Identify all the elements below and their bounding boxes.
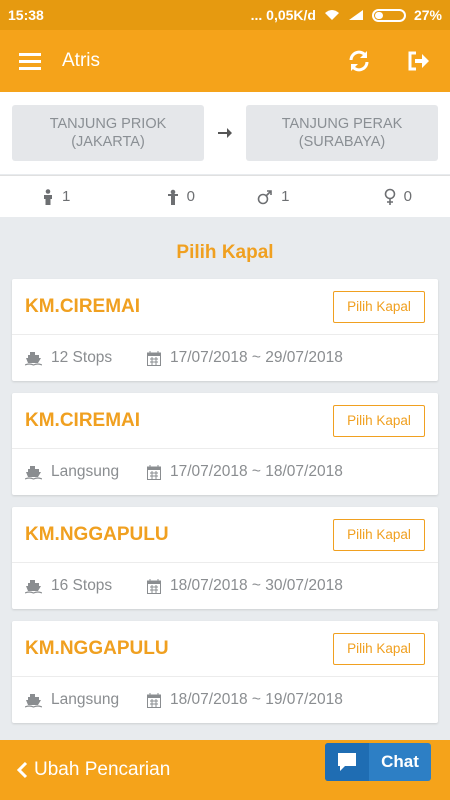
destination-port[interactable]: TANJUNG PERAK (SURABAYA) bbox=[246, 105, 438, 161]
ship-icon bbox=[25, 465, 42, 480]
calendar-icon bbox=[147, 692, 161, 708]
male-count: 1 bbox=[227, 188, 320, 205]
network-speed: ... 0,05K/d bbox=[250, 7, 316, 23]
section-title: Pilih Kapal bbox=[176, 242, 274, 263]
adult-icon bbox=[44, 188, 52, 205]
pick-ship-button[interactable]: Pilih Kapal bbox=[333, 632, 425, 665]
chat-label: Chat bbox=[381, 752, 419, 771]
date-range: 18/07/2018 ~ 19/07/2018 bbox=[170, 691, 343, 708]
child-icon bbox=[167, 189, 178, 205]
female-count: 0 bbox=[320, 188, 450, 206]
date-range: 17/07/2018 ~ 18/07/2018 bbox=[170, 463, 343, 480]
ship-card: KM.CIREMAI Pilih Kapal 12 Stops 17/07/20… bbox=[12, 279, 438, 381]
date-range: 17/07/2018 ~ 29/07/2018 bbox=[170, 349, 343, 366]
destination-city: (SURABAYA) bbox=[298, 134, 386, 150]
calendar-icon bbox=[147, 578, 161, 594]
chevron-left-icon bbox=[16, 761, 28, 779]
battery-percent: 27% bbox=[413, 7, 442, 23]
ship-card: KM.CIREMAI Pilih Kapal Langsung 17/07/20… bbox=[12, 393, 438, 495]
pick-ship-button[interactable]: Pilih Kapal bbox=[333, 290, 425, 323]
stops-label: Langsung bbox=[51, 463, 120, 480]
adult-count: 1 bbox=[0, 188, 135, 205]
stops-label: 16 Stops bbox=[51, 577, 113, 594]
pick-ship-button[interactable]: Pilih Kapal bbox=[333, 404, 425, 437]
app-title: Atris bbox=[62, 50, 100, 71]
stops-label: 12 Stops bbox=[51, 349, 113, 366]
female-icon bbox=[384, 188, 395, 205]
change-search-button[interactable]: Ubah Pencarian bbox=[16, 759, 170, 781]
menu-icon[interactable] bbox=[18, 51, 42, 71]
ship-card: KM.NGGAPULU Pilih Kapal 16 Stops 18/07/2… bbox=[12, 507, 438, 609]
pick-ship-button[interactable]: Pilih Kapal bbox=[333, 518, 425, 551]
chat-button[interactable]: Chat bbox=[325, 743, 431, 781]
ship-icon bbox=[25, 579, 42, 594]
logout-button[interactable] bbox=[406, 48, 432, 74]
ship-name: KM.CIREMAI bbox=[25, 295, 141, 317]
route-panel: TANJUNG PRIOK (JAKARTA) TANJUNG PERAK (S… bbox=[0, 92, 450, 174]
ship-name: KM.CIREMAI bbox=[25, 409, 141, 431]
logout-icon bbox=[408, 51, 429, 71]
passenger-summary: 1 0 1 0 bbox=[0, 175, 450, 217]
signal-icon bbox=[348, 10, 363, 20]
ship-card: KM.NGGAPULU Pilih Kapal Langsung 18/07/2… bbox=[12, 621, 438, 723]
infant-count: 0 bbox=[135, 188, 228, 205]
refresh-icon bbox=[349, 50, 369, 72]
ship-icon bbox=[25, 693, 42, 708]
ship-icon bbox=[25, 351, 42, 366]
refresh-button[interactable] bbox=[346, 48, 372, 74]
stops-label: Langsung bbox=[51, 691, 120, 708]
chat-bubble-icon bbox=[338, 753, 356, 771]
change-search-label: Ubah Pencarian bbox=[34, 759, 171, 780]
status-bar: 15:38 ... 0,05K/d 27% bbox=[0, 0, 450, 30]
calendar-icon bbox=[147, 350, 161, 366]
date-range: 18/07/2018 ~ 30/07/2018 bbox=[170, 577, 343, 594]
ship-name: KM.NGGAPULU bbox=[25, 637, 169, 659]
status-time: 15:38 bbox=[8, 7, 44, 23]
app-bar: Atris bbox=[0, 30, 450, 92]
destination-name: TANJUNG PERAK bbox=[281, 116, 403, 132]
origin-city: (JAKARTA) bbox=[71, 134, 145, 150]
battery-icon bbox=[371, 8, 406, 22]
origin-port[interactable]: TANJUNG PRIOK (JAKARTA) bbox=[12, 105, 204, 161]
origin-name: TANJUNG PRIOK bbox=[49, 116, 167, 132]
male-icon bbox=[257, 189, 272, 204]
ship-name: KM.NGGAPULU bbox=[25, 523, 169, 545]
calendar-icon bbox=[147, 464, 161, 480]
wifi-icon bbox=[324, 10, 339, 20]
arrow-right-icon bbox=[218, 128, 232, 138]
